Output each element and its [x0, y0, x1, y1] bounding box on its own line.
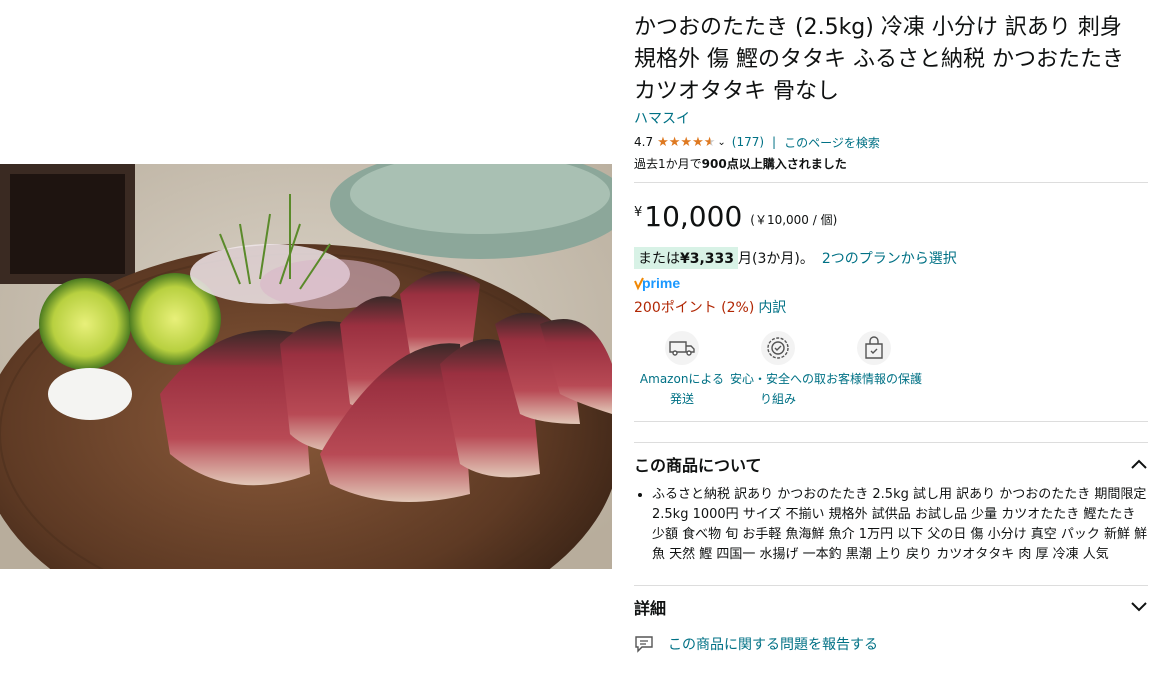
feature-icons: Amazonによる発送 安心・安全への取り組み お客様情報の保護: [634, 331, 1148, 409]
truck-icon: [665, 331, 699, 365]
search-page-link[interactable]: このページを検索: [784, 134, 880, 151]
star-full-icon: ★: [657, 134, 669, 150]
secure-bag-icon: [857, 331, 891, 365]
feature-privacy[interactable]: お客様情報の保護: [826, 331, 922, 409]
rating-count-link[interactable]: (177): [732, 135, 764, 149]
star-full-icon: ★: [668, 134, 681, 150]
unit-price: (￥10,000 / 個): [750, 213, 838, 227]
points-text: 200ポイント (2%): [634, 300, 755, 316]
rating-score: 4.7: [634, 135, 654, 149]
feature-label: Amazonによる発送: [639, 372, 725, 406]
chevron-down-icon[interactable]: ⌄: [717, 137, 725, 148]
bought-bold: 900点以上購入されました: [701, 157, 847, 171]
brand-link[interactable]: ハマスイ: [634, 109, 690, 129]
bought-count: 過去1か月で900点以上購入されました: [634, 155, 1148, 172]
price-amount: 10,000: [644, 200, 743, 233]
about-section-toggle[interactable]: この商品について: [634, 443, 1148, 485]
prime-label: prime: [642, 275, 680, 291]
prime-logo-icon: prime: [634, 275, 680, 291]
rating-row: 4.7 ★ ★ ★ ★ ★ ⌄ (177) | このページを検索: [634, 131, 1148, 153]
seared-bonito-photo: [0, 164, 612, 569]
star-full-icon: ★: [692, 134, 704, 150]
product-image[interactable]: [0, 164, 612, 569]
bought-prefix: 過去1か月で: [634, 157, 702, 171]
report-label: この商品に関する問題を報告する: [668, 637, 878, 653]
separator: |: [772, 135, 777, 149]
installment-prefix: または: [638, 251, 680, 267]
star-full-icon: ★: [680, 134, 693, 150]
product-info-panel: かつおのたたき (2.5kg) 冷凍 小分け 訳あり 刺身 規格外 傷 鰹のタタ…: [634, 12, 1148, 654]
installment-suffix: 月(3か月)。: [738, 251, 814, 267]
feature-label: 安心・安全への取り組み: [730, 372, 827, 406]
installment-badge: または¥3,333: [634, 247, 739, 269]
feature-label: お客様情報の保護: [826, 372, 923, 386]
chevron-up-icon: [1131, 459, 1147, 469]
about-bullet: ふるさと納税 訳あり かつおのたたき 2.5kg 試し用 訳あり かつおのたたき…: [652, 485, 1148, 565]
about-heading: この商品について: [634, 456, 762, 475]
installment-row: または¥3,333 月(3か月)。 2つのプランから選択: [634, 247, 1148, 269]
report-speech-icon: [635, 636, 653, 653]
shield-check-icon: [761, 331, 795, 365]
details-section-toggle[interactable]: 詳細: [634, 586, 1148, 628]
prime-badge: prime: [634, 275, 1148, 293]
about-bullets: ふるさと納税 訳あり かつおのたたき 2.5kg 試し用 訳あり かつおのたたき…: [634, 485, 1148, 565]
price-row: ¥ 10,000 (￥10,000 / 個): [634, 201, 1148, 233]
plan-select-link[interactable]: 2つのプランから選択: [822, 248, 957, 268]
currency-symbol: ¥: [634, 205, 643, 220]
star-rating[interactable]: ★ ★ ★ ★ ★: [657, 136, 715, 149]
points-row: 200ポイント (2%) 内訳: [634, 297, 1148, 317]
star-half-icon: ★: [703, 134, 716, 150]
report-issue-link[interactable]: この商品に関する問題を報告する: [634, 634, 1148, 654]
chevron-down-icon: [1131, 602, 1147, 612]
feature-safety[interactable]: 安心・安全への取り組み: [730, 331, 826, 409]
details-heading: 詳細: [634, 599, 667, 618]
points-breakdown-link[interactable]: 内訳: [758, 300, 786, 316]
feature-amazon-shipping[interactable]: Amazonによる発送: [634, 331, 730, 409]
product-title: かつおのたたき (2.5kg) 冷凍 小分け 訳あり 刺身 規格外 傷 鰹のタタ…: [634, 15, 1124, 104]
divider: [634, 182, 1148, 183]
installment-amount: ¥3,333: [680, 251, 735, 267]
